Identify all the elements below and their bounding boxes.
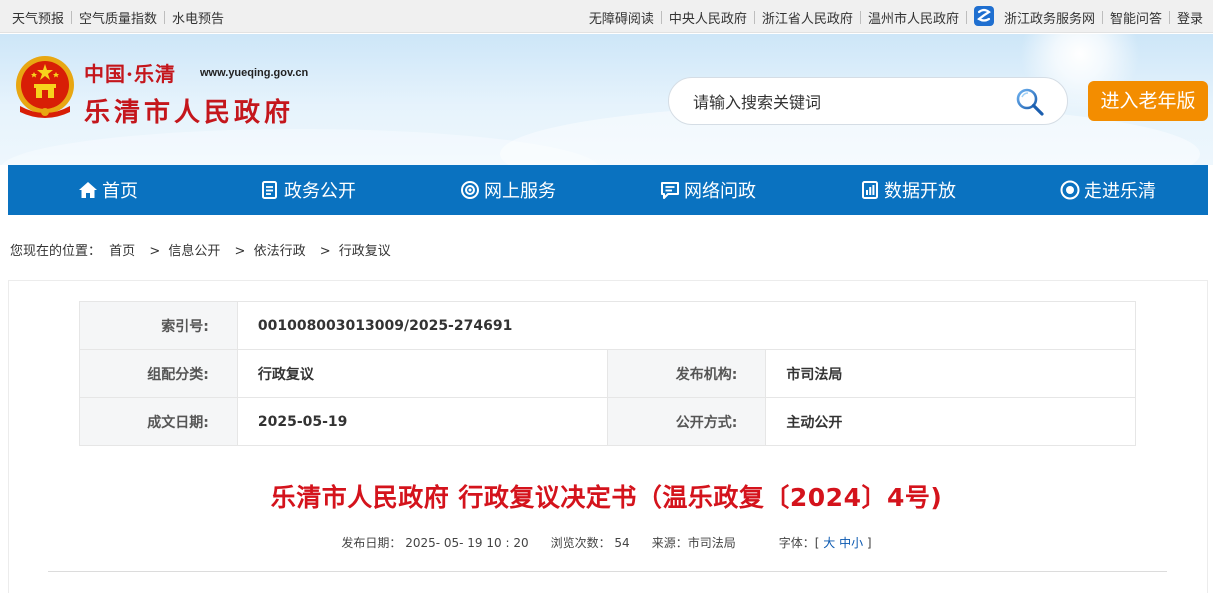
search-icon[interactable] <box>1015 87 1045 117</box>
chat-icon <box>661 182 679 199</box>
nav-item-about-yueqing[interactable]: 走进乐清 <box>1008 165 1208 215</box>
table-row: 组配分类: 行政复议 发布机构: 市司法局 <box>79 349 1136 398</box>
logo-url: www.yueqing.gov.cn <box>200 67 309 79</box>
nav-label: 网上服务 <box>484 181 556 202</box>
search-box <box>668 77 1068 125</box>
disclosure-label: 公开方式: <box>606 397 767 446</box>
zhejiang-service-icon[interactable] <box>973 5 994 26</box>
font-size-small[interactable]: 小 <box>851 536 863 550</box>
breadcrumb-info-public[interactable]: 信息公开 <box>168 244 220 259</box>
top-right-links: 无障碍阅读 中央人民政府 浙江省人民政府 温州市人民政府 浙江政务服务网 智能问… <box>589 5 1203 27</box>
data-icon <box>862 181 878 199</box>
nav-label: 网络问政 <box>684 181 756 202</box>
breadcrumb-separator: > <box>149 244 161 259</box>
index-number-label: 索引号: <box>79 301 238 350</box>
smart-qa-link[interactable]: 智能问答 <box>1110 8 1162 27</box>
zhejiang-service-link[interactable]: 浙江政务服务网 <box>1004 8 1095 27</box>
home-icon <box>79 182 97 198</box>
separator <box>1168 11 1170 24</box>
font-size-selector: 字体：[ 大 中小 ] <box>779 534 872 551</box>
separator <box>1101 11 1103 24</box>
breadcrumb-home[interactable]: 首页 <box>109 244 135 259</box>
font-size-large[interactable]: 大 <box>823 536 835 550</box>
nav-label: 走进乐清 <box>1084 181 1156 202</box>
doc-date-label: 成文日期: <box>79 397 238 446</box>
top-left-links: 天气预报 空气质量指数 水电预告 <box>12 8 224 27</box>
divider <box>48 571 1167 572</box>
nav-item-home[interactable]: 首页 <box>8 165 208 215</box>
nav-item-open-data[interactable]: 数据开放 <box>808 165 1008 215</box>
zhejiang-gov-link[interactable]: 浙江省人民政府 <box>762 8 853 27</box>
wenzhou-gov-link[interactable]: 温州市人民政府 <box>868 8 959 27</box>
document-icon <box>262 181 277 199</box>
publish-date: 发布日期： 2025- 05- 19 10 : 20 <box>341 536 529 550</box>
category-value: 行政复议 <box>236 349 608 398</box>
nav-item-gov-affairs[interactable]: 政务公开 <box>208 165 408 215</box>
breadcrumb-admin-review[interactable]: 行政复议 <box>339 244 391 259</box>
national-emblem-icon[interactable] <box>14 54 76 120</box>
source: 来源：市司法局 <box>651 536 736 550</box>
document-info-bar: 发布日期： 2025- 05- 19 10 : 20 浏览次数： 54 来源：市… <box>0 534 1213 551</box>
table-row: 索引号: 001008003013009/2025-274691 <box>79 301 1137 350</box>
index-number-value: 001008003013009/2025-274691 <box>236 301 1137 350</box>
breadcrumb-separator: > <box>319 244 331 259</box>
main-nav: 首页 政务公开 网上服务 网络问政 数据开放 走进乐清 <box>8 165 1208 215</box>
breadcrumb-separator: > <box>234 244 246 259</box>
doc-date-value: 2025-05-19 <box>236 397 608 446</box>
header-decoration <box>0 129 600 165</box>
breadcrumb: 您现在的位置： 首页 > 信息公开 > 依法行政 > 行政复议 <box>10 240 395 259</box>
separator <box>71 11 73 24</box>
category-label: 组配分类: <box>79 349 238 398</box>
login-link[interactable]: 登录 <box>1177 8 1203 27</box>
top-utility-bar: 天气预报 空气质量指数 水电预告 无障碍阅读 中央人民政府 浙江省人民政府 温州… <box>0 0 1213 33</box>
publisher-label: 发布机构: <box>606 349 767 398</box>
weather-link[interactable]: 天气预报 <box>12 8 64 27</box>
accessibility-link[interactable]: 无障碍阅读 <box>589 8 654 27</box>
view-count: 浏览次数： 54 <box>550 536 630 550</box>
nav-item-online-service[interactable]: 网上服务 <box>408 165 608 215</box>
font-size-close: ] <box>866 536 872 550</box>
publisher-value: 市司法局 <box>765 349 1136 398</box>
nav-item-online-inquiry[interactable]: 网络问政 <box>608 165 808 215</box>
nav-label: 首页 <box>102 181 138 202</box>
logo-china-yueqing: 中国·乐清 <box>84 62 176 86</box>
service-icon <box>461 181 479 199</box>
breadcrumb-law-admin[interactable]: 依法行政 <box>254 244 306 259</box>
font-size-medium[interactable]: 中 <box>839 536 851 550</box>
search-input[interactable] <box>693 90 1003 114</box>
document-title: 乐清市人民政府 行政复议决定书（温乐政复〔2024〕4号) <box>270 483 943 512</box>
elder-mode-button[interactable]: 进入老年版 <box>1088 81 1208 121</box>
disclosure-value: 主动公开 <box>765 397 1136 446</box>
site-name[interactable]: 乐清市人民政府 <box>84 92 294 129</box>
breadcrumb-prefix: 您现在的位置： <box>10 244 102 259</box>
document-metadata-table: 索引号: 001008003013009/2025-274691 组配分类: 行… <box>79 301 1137 446</box>
nav-label: 政务公开 <box>284 181 356 202</box>
font-size-label: 字体：[ <box>778 536 820 550</box>
utility-notice-link[interactable]: 水电预告 <box>172 8 224 27</box>
separator <box>859 11 861 24</box>
site-header: 中国·乐清 www.yueqing.gov.cn 乐清市人民政府 进入老年版 <box>0 34 1213 165</box>
nav-label: 数据开放 <box>884 181 956 202</box>
separator <box>164 11 166 24</box>
table-row: 成文日期: 2025-05-19 公开方式: 主动公开 <box>79 397 1136 446</box>
eye-icon <box>1060 180 1080 200</box>
separator <box>660 11 662 24</box>
separator <box>753 11 755 24</box>
air-quality-link[interactable]: 空气质量指数 <box>79 8 157 27</box>
central-gov-link[interactable]: 中央人民政府 <box>669 8 747 27</box>
separator <box>965 11 967 24</box>
